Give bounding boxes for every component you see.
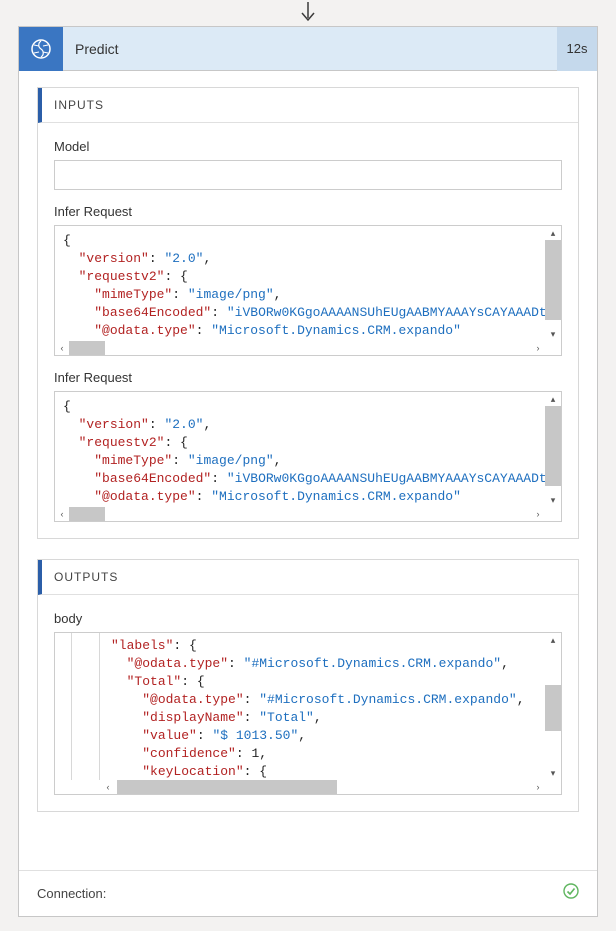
brain-icon bbox=[19, 27, 63, 71]
scroll-left-icon[interactable]: ‹ bbox=[55, 507, 69, 521]
action-card: Predict 12s INPUTS Model Infer Request {… bbox=[18, 26, 598, 917]
code-content: { "version": "2.0", "requestv2": { "mime… bbox=[55, 392, 561, 522]
action-title: Predict bbox=[63, 41, 557, 57]
body-output-code[interactable]: "labels": { "@odata.type": "#Microsoft.D… bbox=[54, 632, 562, 795]
model-input[interactable] bbox=[54, 160, 562, 190]
scroll-down-icon[interactable]: ▾ bbox=[545, 493, 561, 507]
infer-request-1-label: Infer Request bbox=[54, 204, 562, 219]
connection-label: Connection: bbox=[37, 886, 106, 901]
hscroll-thumb[interactable] bbox=[117, 780, 337, 794]
success-icon bbox=[563, 883, 579, 904]
infer-request-2-code[interactable]: { "version": "2.0", "requestv2": { "mime… bbox=[54, 391, 562, 522]
card-footer: Connection: bbox=[19, 870, 597, 916]
scroll-down-icon[interactable]: ▾ bbox=[545, 766, 561, 780]
hscroll-thumb[interactable] bbox=[69, 341, 105, 355]
infer-request-2-label: Infer Request bbox=[54, 370, 562, 385]
inputs-header: INPUTS bbox=[38, 88, 578, 123]
duration-badge: 12s bbox=[557, 27, 597, 71]
body-label: body bbox=[54, 611, 562, 626]
scroll-up-icon[interactable]: ▴ bbox=[545, 392, 561, 406]
scroll-right-icon[interactable]: › bbox=[531, 507, 545, 521]
scroll-up-icon[interactable]: ▴ bbox=[545, 633, 561, 647]
vscroll-thumb[interactable] bbox=[545, 685, 561, 731]
scroll-down-icon[interactable]: ▾ bbox=[545, 327, 561, 341]
vscroll-thumb[interactable] bbox=[545, 240, 561, 320]
scroll-right-icon[interactable]: › bbox=[531, 341, 545, 355]
code-content: { "version": "2.0", "requestv2": { "mime… bbox=[55, 226, 561, 356]
inputs-section: INPUTS Model Infer Request { "version": … bbox=[37, 87, 579, 539]
scroll-left-icon[interactable]: ‹ bbox=[101, 780, 115, 794]
infer-request-1-code[interactable]: { "version": "2.0", "requestv2": { "mime… bbox=[54, 225, 562, 356]
action-header[interactable]: Predict 12s bbox=[19, 27, 597, 71]
vscroll-thumb[interactable] bbox=[545, 406, 561, 486]
hscroll-thumb[interactable] bbox=[69, 507, 105, 521]
scroll-up-icon[interactable]: ▴ bbox=[545, 226, 561, 240]
model-label: Model bbox=[54, 139, 562, 154]
scroll-left-icon[interactable]: ‹ bbox=[55, 341, 69, 355]
flow-arrow bbox=[0, 0, 616, 26]
outputs-section: OUTPUTS body "labels": { "@odata.type": … bbox=[37, 559, 579, 812]
scroll-right-icon[interactable]: › bbox=[531, 780, 545, 794]
code-content: "labels": { "@odata.type": "#Microsoft.D… bbox=[55, 633, 561, 781]
outputs-header: OUTPUTS bbox=[38, 560, 578, 595]
